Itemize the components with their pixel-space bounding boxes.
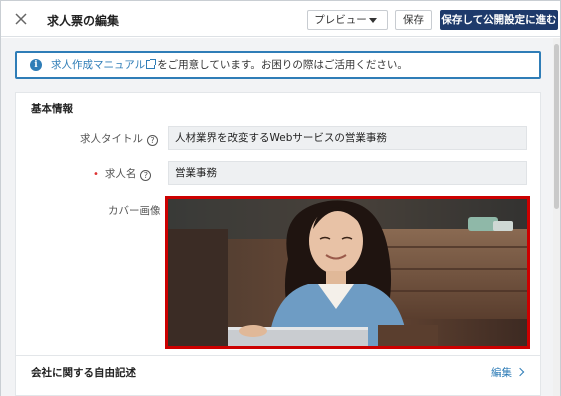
info-icon: i (30, 59, 42, 71)
editor-window: 求人票の編集 プレビュー 保存 保存して公開設定に進む i 求人作成マニュアルを… (0, 0, 561, 396)
chevron-right-icon (515, 367, 525, 377)
help-icon[interactable]: ? (140, 170, 152, 181)
job-name-field[interactable]: 営業事務 (168, 161, 527, 185)
manual-link[interactable]: 求人作成マニュアル (51, 59, 145, 71)
edit-free-text-link[interactable]: 編集 (491, 365, 525, 380)
cover-image[interactable] (165, 196, 530, 349)
notice-message: をご用意しています。お困りの際はご活用ください。 (157, 59, 408, 71)
job-name-label: • 求人名? (93, 166, 152, 181)
save-and-publish-button[interactable]: 保存して公開設定に進む (440, 10, 558, 30)
job-name-label-text: 求人名 (104, 168, 137, 180)
manual-notice: i 求人作成マニュアル をご用意しています。お困りの際はご活用ください。 (15, 51, 541, 79)
close-icon[interactable] (13, 11, 29, 27)
scrollbar[interactable] (553, 38, 560, 396)
cover-photo (168, 199, 527, 346)
edit-label: 編集 (491, 367, 512, 379)
job-title-label: 求人タイトル? (80, 131, 158, 146)
scrollbar-thumb[interactable] (554, 44, 559, 209)
external-link-icon[interactable] (146, 59, 157, 69)
help-icon[interactable]: ? (147, 135, 158, 146)
preview-button-label: プレビュー (314, 14, 367, 26)
save-button[interactable]: 保存 (395, 10, 432, 30)
preview-button[interactable]: プレビュー (307, 10, 388, 30)
cover-image-label: カバー画像 (108, 205, 161, 217)
header-bar: 求人票の編集 プレビュー 保存 保存して公開設定に進む (1, 1, 560, 37)
section-divider (16, 355, 540, 356)
required-mark: • (93, 169, 99, 180)
chevron-down-icon (369, 18, 377, 23)
job-title-field[interactable]: 人材業界を改変するWebサービスの営業事務 (168, 126, 527, 150)
free-text-label: 会社に関する自由記述 (31, 367, 136, 379)
page-title: 求人票の編集 (47, 14, 120, 28)
section-title-basic-info: 基本情報 (31, 103, 73, 115)
job-title-label-text: 求人タイトル (80, 133, 143, 145)
basic-info-card: 基本情報 求人タイトル? 人材業界を改変するWebサービスの営業事務 • 求人名?… (15, 92, 541, 396)
